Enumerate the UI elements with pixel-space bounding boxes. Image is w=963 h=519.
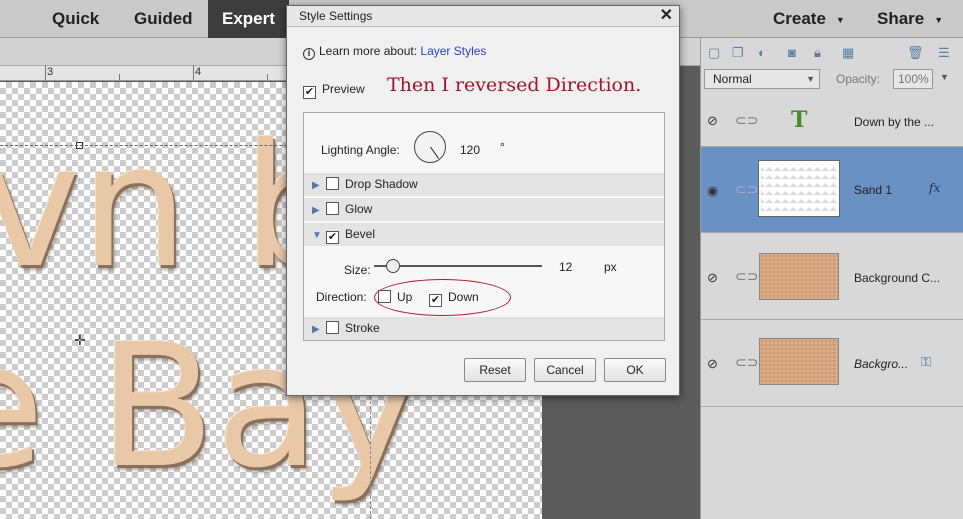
section-label: Drop Shadow: [345, 177, 418, 191]
chevron-down-icon: ▼: [934, 14, 944, 25]
lock-transparency-icon[interactable]: ▦: [842, 45, 854, 61]
panel-menu-icon[interactable]: ☰: [938, 45, 950, 61]
checkbox-unchecked[interactable]: [326, 177, 339, 190]
text-layer-icon: T: [791, 107, 808, 133]
size-slider-knob[interactable]: [386, 259, 400, 273]
layer-name: Sand 1: [854, 183, 893, 197]
lock-icon[interactable]: 🔒︎: [814, 45, 821, 61]
crosshair-icon: ✛: [74, 332, 86, 348]
section-label: Stroke: [345, 321, 380, 335]
share-label: Share: [877, 9, 925, 28]
blend-mode-select[interactable]: Normal ▼: [704, 69, 820, 89]
ok-button[interactable]: OK: [604, 358, 666, 382]
section-label: Bevel: [345, 227, 376, 241]
ruler-tick-label: 3: [47, 66, 54, 78]
layer-mask-icon[interactable]: ◙: [788, 45, 796, 60]
preview-label: Preview: [322, 82, 365, 96]
ruler-major-tick: [193, 65, 194, 80]
layer-row[interactable]: ⊘ ⊂⊃ T Down by the ...: [701, 95, 963, 147]
layer-name: Backgro...: [854, 357, 909, 371]
adjustment-layer-icon[interactable]: ◐: [758, 45, 766, 60]
degree-symbol: °: [500, 140, 505, 154]
mode-expert[interactable]: Expert: [208, 0, 289, 38]
layer-thumbnail: [759, 253, 839, 300]
layer-row-selected[interactable]: ◉ ⊂⊃ Sand 1 fx: [701, 147, 963, 233]
angle-dial[interactable]: [414, 131, 446, 163]
link-icon[interactable]: ⊂⊃: [735, 181, 758, 198]
layer-name: Down by the ...: [854, 115, 935, 129]
checkbox-checked[interactable]: [303, 86, 316, 99]
preview-checkbox[interactable]: Preview: [303, 82, 365, 99]
create-menu[interactable]: Create ▼: [773, 0, 845, 38]
locked-layer-icon: ⚿: [921, 354, 931, 369]
fx-icon[interactable]: fx: [929, 181, 940, 195]
annotation-ellipse: [374, 279, 511, 316]
size-value[interactable]: 12: [559, 260, 572, 274]
cancel-button[interactable]: Cancel: [534, 358, 596, 382]
eye-hidden-icon[interactable]: ⊘: [707, 356, 718, 372]
section-glow[interactable]: ▶ Glow: [304, 198, 664, 221]
section-drop-shadow[interactable]: ▶ Drop Shadow: [304, 173, 664, 196]
expand-triangle-icon[interactable]: ▶: [312, 174, 326, 197]
eye-icon[interactable]: ◉: [707, 183, 718, 199]
expand-triangle-icon[interactable]: ▶: [312, 318, 326, 341]
trash-icon[interactable]: 🗑︎: [907, 45, 924, 61]
eye-hidden-icon[interactable]: ⊘: [707, 270, 718, 286]
reset-button[interactable]: Reset: [464, 358, 526, 382]
opacity-input[interactable]: 100%: [893, 69, 933, 89]
expand-triangle-icon[interactable]: ▶: [312, 199, 326, 222]
close-icon[interactable]: ✕: [660, 6, 673, 26]
link-icon[interactable]: ⊂⊃: [735, 112, 758, 129]
eye-hidden-icon[interactable]: ⊘: [707, 113, 718, 129]
layer-thumbnail: [759, 338, 839, 385]
ruler-tick-label: 4: [195, 66, 202, 78]
blend-mode-value: Normal: [713, 72, 752, 86]
chevron-down-icon[interactable]: ▼: [940, 72, 949, 82]
size-unit: px: [604, 260, 617, 274]
layer-name: Background C...: [854, 271, 941, 285]
annotation-text: Then I reversed Direction.: [387, 74, 642, 96]
dialog-title: Style Settings: [287, 6, 679, 27]
layer-thumbnail: [758, 160, 840, 217]
checkbox-unchecked[interactable]: [326, 202, 339, 215]
section-label: Glow: [345, 202, 373, 216]
ruler-minor-tick: [119, 74, 120, 80]
layer-row[interactable]: ⊘ ⊂⊃ Background C...: [701, 233, 963, 320]
opacity-label: Opacity:: [836, 72, 881, 86]
mode-quick[interactable]: Quick: [52, 0, 99, 38]
section-stroke[interactable]: ▶ Stroke: [304, 317, 664, 340]
section-bevel[interactable]: ▼ Bevel: [304, 223, 664, 246]
style-settings-dialog: Style Settings ✕ i Learn more about: Laye…: [286, 5, 680, 396]
new-group-icon[interactable]: ❐: [732, 45, 744, 61]
lighting-angle-value[interactable]: 120: [460, 143, 480, 157]
size-label: Size:: [344, 263, 371, 277]
share-menu[interactable]: Share ▼: [877, 0, 943, 38]
lighting-angle-label: Lighting Angle:: [321, 143, 400, 157]
layer-styles-link[interactable]: Layer Styles: [420, 44, 486, 58]
info-icon: i: [303, 48, 315, 60]
link-icon[interactable]: ⊂⊃: [735, 268, 758, 285]
chevron-down-icon: ▼: [806, 74, 815, 84]
ruler-major-tick: [45, 65, 46, 80]
new-layer-icon[interactable]: ▢: [708, 45, 720, 61]
learn-more: i Learn more about: Layer Styles: [303, 44, 486, 60]
direction-label: Direction:: [316, 290, 367, 304]
mode-guided[interactable]: Guided: [134, 0, 193, 38]
checkbox-unchecked[interactable]: [326, 321, 339, 334]
checkbox-checked[interactable]: [326, 231, 339, 244]
create-label: Create: [773, 9, 826, 28]
ruler-minor-tick: [267, 74, 268, 80]
chevron-down-icon: ▼: [835, 14, 845, 25]
link-icon[interactable]: ⊂⊃: [735, 354, 758, 371]
collapse-triangle-icon[interactable]: ▼: [312, 224, 326, 247]
learn-prefix: Learn more about:: [319, 44, 418, 58]
layer-row[interactable]: ⊘ ⊂⊃ Backgro... ⚿: [701, 320, 963, 407]
style-options-panel: Lighting Angle: 120 ° ▶ Drop Shadow ▶ Glow…: [303, 112, 665, 341]
